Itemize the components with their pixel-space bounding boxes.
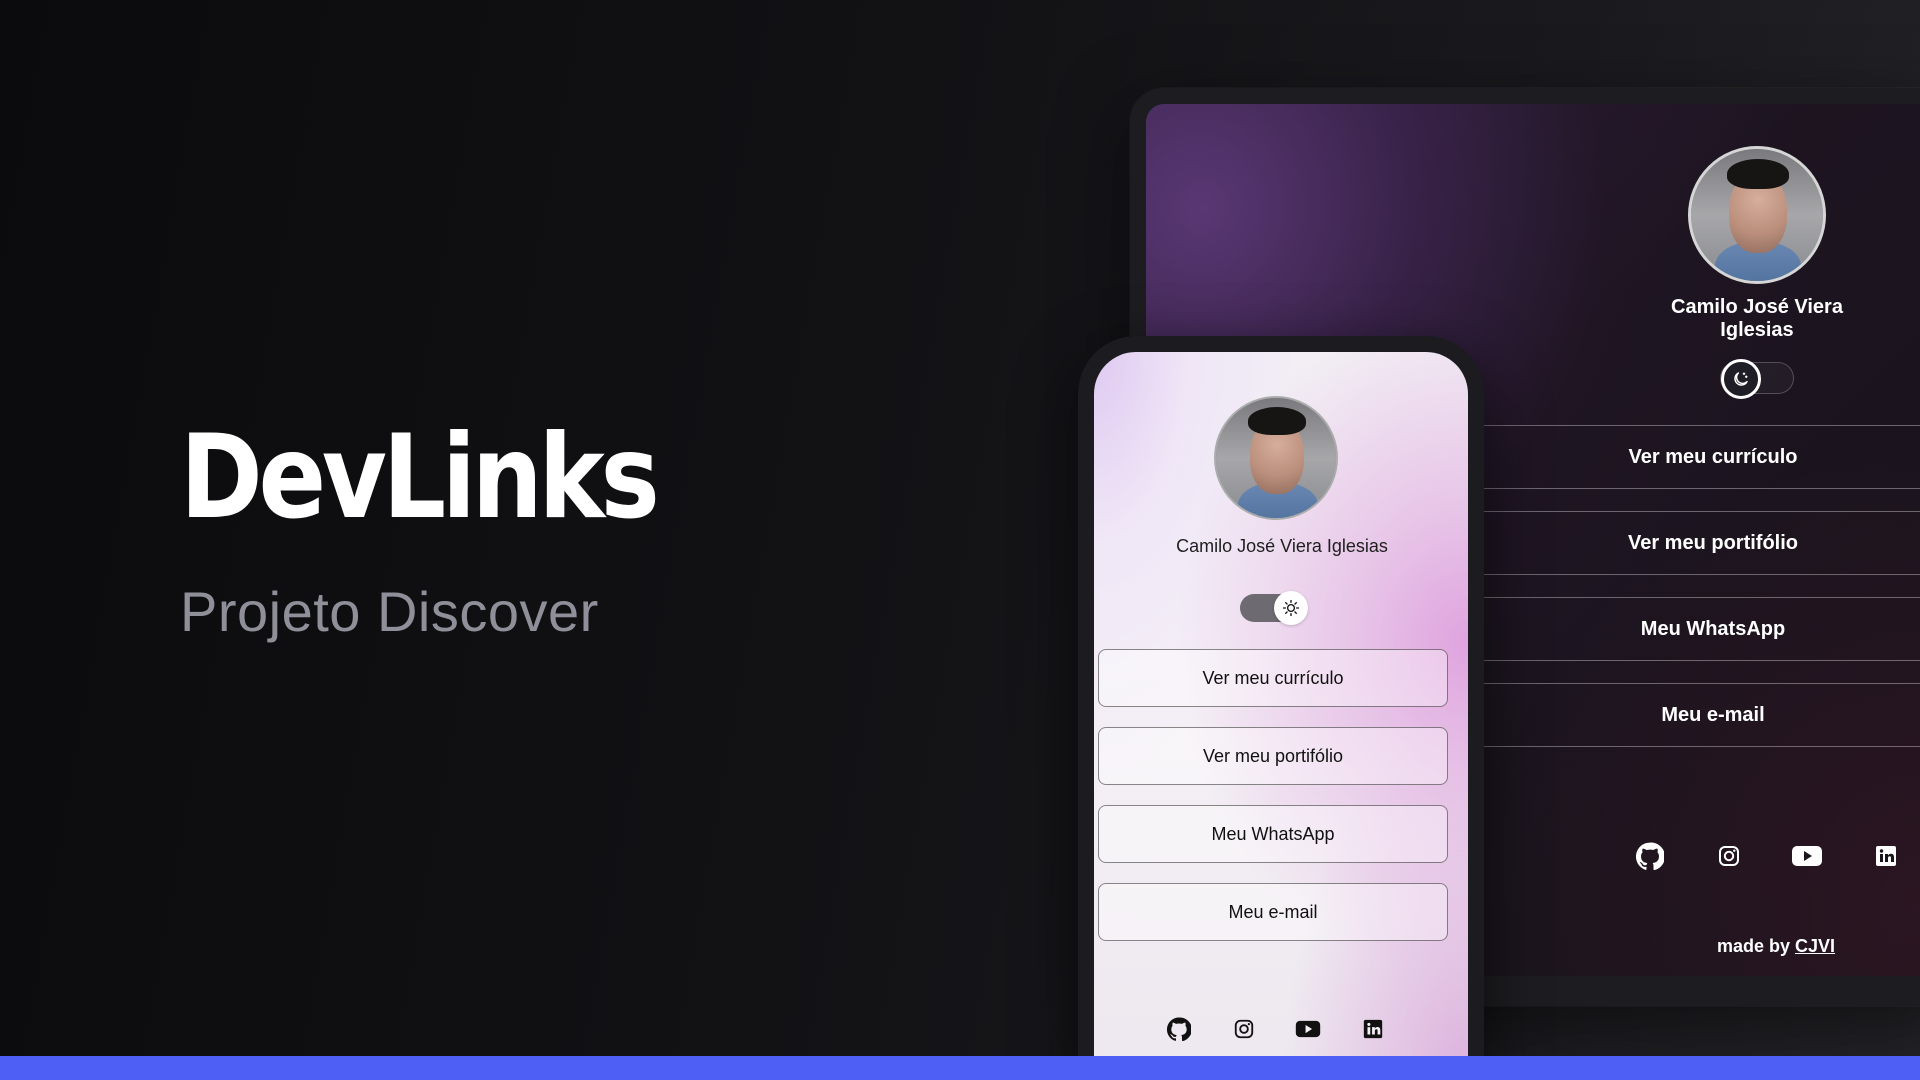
phone-mockup: Camilo José Viera Iglesias Ver meu currí… — [1078, 336, 1484, 1080]
link-portfolio-button[interactable]: Ver meu portifólio — [1476, 511, 1920, 575]
linkedin-svg — [1875, 846, 1896, 866]
moon-icon[interactable] — [1721, 359, 1761, 399]
instagram-svg — [1234, 1019, 1253, 1039]
github-svg — [1636, 842, 1664, 870]
desktop-link-list: Ver meu currículo Ver meu portifólio Meu… — [1476, 425, 1920, 769]
avatar-hair — [1727, 159, 1789, 189]
bottom-accent-bar — [0, 1056, 1920, 1080]
link-portfolio-button[interactable]: Ver meu portifólio — [1098, 727, 1448, 785]
theme-toggle[interactable] — [1720, 359, 1794, 399]
link-email-button[interactable]: Meu e-mail — [1476, 683, 1920, 747]
footer-prefix: made by — [1716, 936, 1790, 956]
sun-svg — [1282, 599, 1300, 617]
desktop-social-links — [1634, 839, 1902, 873]
avatar-hair — [1248, 407, 1306, 435]
instagram-icon[interactable] — [1713, 840, 1745, 872]
link-whatsapp-button[interactable]: Meu WhatsApp — [1098, 805, 1448, 863]
linkedin-icon[interactable] — [1360, 1016, 1386, 1042]
link-email-button[interactable]: Meu e-mail — [1098, 883, 1448, 941]
link-whatsapp-button[interactable]: Meu WhatsApp — [1476, 597, 1920, 661]
instagram-icon[interactable] — [1231, 1016, 1257, 1042]
phone-screen: Camilo José Viera Iglesias Ver meu currí… — [1094, 352, 1468, 1080]
linkedin-icon[interactable] — [1870, 840, 1902, 872]
youtube-icon[interactable] — [1791, 840, 1823, 872]
github-icon[interactable] — [1634, 840, 1666, 872]
instagram-svg — [1718, 846, 1739, 866]
profile-name: Camilo José Viera Iglesias — [1671, 296, 1843, 341]
youtube-svg — [1792, 846, 1823, 866]
hero-subtitle: Projeto Discover — [180, 580, 599, 643]
sun-icon[interactable] — [1274, 591, 1308, 625]
hero-title: DevLinks — [180, 410, 660, 545]
youtube-icon[interactable] — [1295, 1016, 1321, 1042]
github-icon[interactable] — [1166, 1016, 1192, 1042]
link-resume-button[interactable]: Ver meu currículo — [1098, 649, 1448, 707]
youtube-svg — [1296, 1020, 1321, 1038]
github-svg — [1167, 1017, 1191, 1041]
author-link[interactable]: CJVI — [1795, 936, 1835, 956]
moon-svg — [1734, 372, 1748, 386]
avatar — [1214, 396, 1338, 520]
avatar — [1688, 146, 1826, 284]
profile-name: Camilo José Viera Iglesias — [1176, 536, 1388, 556]
linkedin-svg — [1363, 1019, 1383, 1039]
theme-toggle[interactable] — [1240, 591, 1308, 625]
phone-social-links — [1166, 1016, 1386, 1042]
link-resume-button[interactable]: Ver meu currículo — [1476, 425, 1920, 489]
phone-link-list: Ver meu currículo Ver meu portifólio Meu… — [1098, 649, 1448, 961]
footer: made by CJVI — [1686, 936, 1866, 957]
